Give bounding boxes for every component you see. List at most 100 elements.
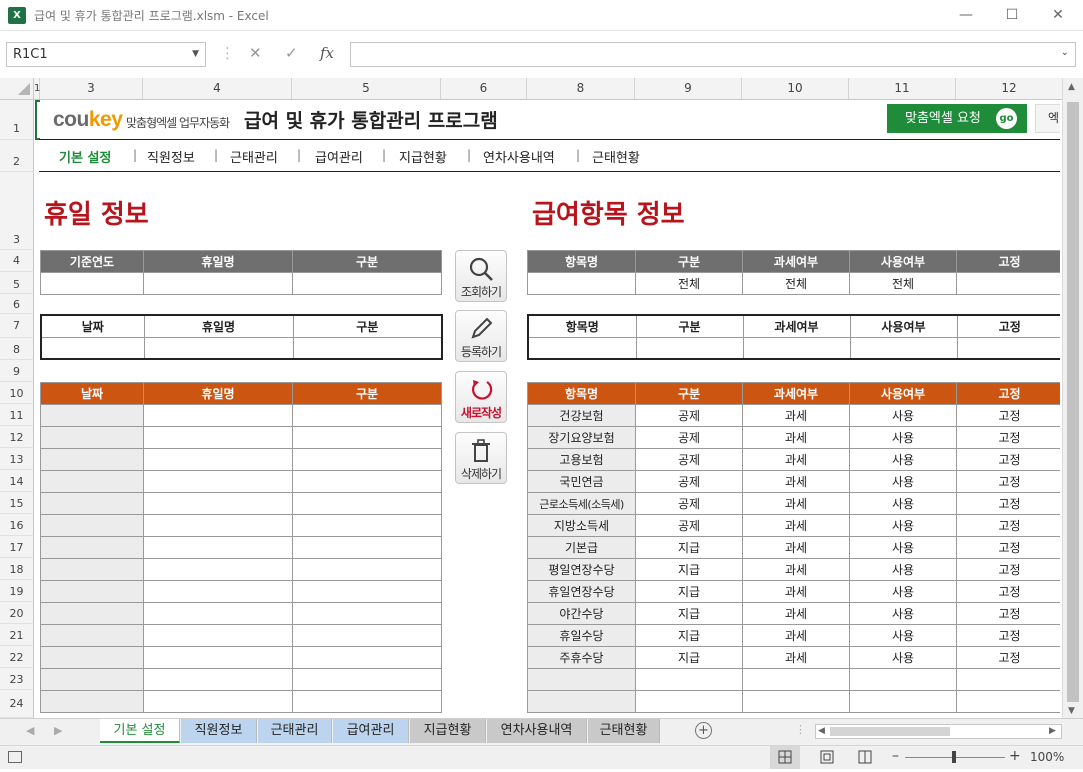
cell[interactable] <box>143 580 293 603</box>
cell[interactable] <box>849 668 957 691</box>
cell[interactable] <box>956 690 1060 713</box>
extra-button[interactable]: 엑 <box>1035 104 1060 133</box>
cell[interactable] <box>143 558 293 581</box>
cell[interactable] <box>742 668 850 691</box>
cell[interactable] <box>40 668 144 691</box>
nav-item-payroll[interactable]: 급여관리 <box>315 147 363 166</box>
cell[interactable]: 과세 <box>742 536 850 559</box>
cell[interactable] <box>143 404 293 427</box>
usage-input[interactable] <box>849 336 958 360</box>
column-header[interactable]: 9 <box>635 78 742 99</box>
cell[interactable]: 사용 <box>849 536 957 559</box>
cell[interactable]: 사용 <box>849 492 957 515</box>
cell[interactable] <box>292 470 442 493</box>
cell[interactable]: 공제 <box>635 470 743 493</box>
row-header[interactable]: 20 <box>0 602 34 624</box>
sheet-tab-payment-status[interactable]: 지급현황 <box>410 719 486 743</box>
column-header[interactable]: 8 <box>527 78 635 99</box>
nav-item-basic-settings[interactable]: 기본 설정 <box>59 147 111 166</box>
scroll-left-icon[interactable]: ◀ <box>818 725 825 738</box>
cell[interactable]: 공제 <box>635 404 743 427</box>
cell[interactable]: 사용 <box>849 448 957 471</box>
cell[interactable] <box>292 536 442 559</box>
row-header[interactable]: 6 <box>0 294 34 314</box>
row-header[interactable]: 10 <box>0 382 34 404</box>
row-header[interactable]: 3 <box>0 172 34 250</box>
row-header[interactable]: 14 <box>0 470 34 492</box>
cell[interactable]: 건강보험 <box>527 404 636 427</box>
sheet-tab-attendance-status[interactable]: 근태현황 <box>588 719 660 743</box>
sheet-tab-attendance[interactable]: 근태관리 <box>258 719 332 743</box>
cell[interactable]: 고정 <box>956 492 1060 515</box>
cell[interactable] <box>292 492 442 515</box>
cell[interactable]: 지급 <box>635 646 743 669</box>
cell[interactable] <box>40 426 144 449</box>
cell[interactable]: 휴일수당 <box>527 624 636 647</box>
cell[interactable]: 고정 <box>956 514 1060 537</box>
cell[interactable]: 고정 <box>956 404 1060 427</box>
column-header[interactable]: 6 <box>441 78 527 99</box>
cell[interactable] <box>143 514 293 537</box>
row-header[interactable]: 11 <box>0 404 34 426</box>
row-header[interactable]: 16 <box>0 514 34 536</box>
cell[interactable]: 지급 <box>635 536 743 559</box>
name-box[interactable]: R1C1 ▼ <box>6 42 206 67</box>
minimize-button[interactable]: — <box>943 0 989 31</box>
cell[interactable] <box>143 536 293 559</box>
cell[interactable] <box>40 624 144 647</box>
cell[interactable] <box>143 668 293 691</box>
close-button[interactable]: ✕ <box>1035 0 1081 31</box>
cell[interactable]: 고정 <box>956 470 1060 493</box>
category-input[interactable] <box>635 336 744 360</box>
cell[interactable]: 사용 <box>849 580 957 603</box>
cell[interactable]: 사용 <box>849 404 957 427</box>
column-header[interactable]: 5 <box>292 78 441 99</box>
cell[interactable]: 과세 <box>742 624 850 647</box>
cell[interactable] <box>292 690 442 713</box>
usage-filter[interactable]: 전체 <box>849 272 957 295</box>
cell[interactable] <box>292 448 442 471</box>
year-input[interactable] <box>40 272 144 295</box>
cell[interactable] <box>143 624 293 647</box>
row-header[interactable]: 13 <box>0 448 34 470</box>
column-header[interactable]: 12 <box>956 78 1062 99</box>
holiday-name-input[interactable] <box>143 272 293 295</box>
maximize-button[interactable]: ☐ <box>989 0 1035 31</box>
new-button[interactable]: 새로작성 <box>455 371 507 423</box>
row-header[interactable]: 21 <box>0 624 34 646</box>
cell[interactable]: 과세 <box>742 514 850 537</box>
type-input[interactable] <box>292 336 443 360</box>
cell[interactable]: 기본급 <box>527 536 636 559</box>
item-name-filter[interactable] <box>527 272 636 295</box>
cell[interactable]: 야간수당 <box>527 602 636 625</box>
cell[interactable] <box>40 404 144 427</box>
cell[interactable] <box>292 624 442 647</box>
cell[interactable]: 주휴수당 <box>527 646 636 669</box>
horizontal-scrollbar[interactable]: ◀ ▶ <box>815 724 1062 739</box>
fixed-input[interactable] <box>956 336 1060 360</box>
vertical-scrollbar[interactable]: ▲ ▼ <box>1062 78 1083 718</box>
nav-item-employees[interactable]: 직원정보 <box>147 147 195 166</box>
cell[interactable] <box>292 580 442 603</box>
zoom-level[interactable]: 100% <box>1030 750 1064 764</box>
cell[interactable] <box>40 558 144 581</box>
row-header[interactable]: 18 <box>0 558 34 580</box>
column-header[interactable]: 3 <box>40 78 143 99</box>
sheet-tab-basic-settings[interactable]: 기본 설정 <box>100 719 180 743</box>
scroll-thumb[interactable] <box>1067 102 1079 702</box>
cell[interactable]: 지급 <box>635 580 743 603</box>
cell[interactable]: 평일연장수당 <box>527 558 636 581</box>
cell[interactable] <box>40 536 144 559</box>
cell[interactable]: 과세 <box>742 470 850 493</box>
sheet-tab-employees[interactable]: 직원정보 <box>181 719 257 743</box>
cell[interactable] <box>527 690 636 713</box>
cell[interactable]: 공제 <box>635 514 743 537</box>
next-sheet-icon[interactable]: ▶ <box>54 724 62 737</box>
cell[interactable]: 고정 <box>956 602 1060 625</box>
cell[interactable]: 공제 <box>635 492 743 515</box>
cell[interactable]: 과세 <box>742 602 850 625</box>
cell[interactable]: 국민연금 <box>527 470 636 493</box>
cell[interactable]: 사용 <box>849 602 957 625</box>
cell[interactable]: 고정 <box>956 646 1060 669</box>
type-input[interactable] <box>292 272 442 295</box>
